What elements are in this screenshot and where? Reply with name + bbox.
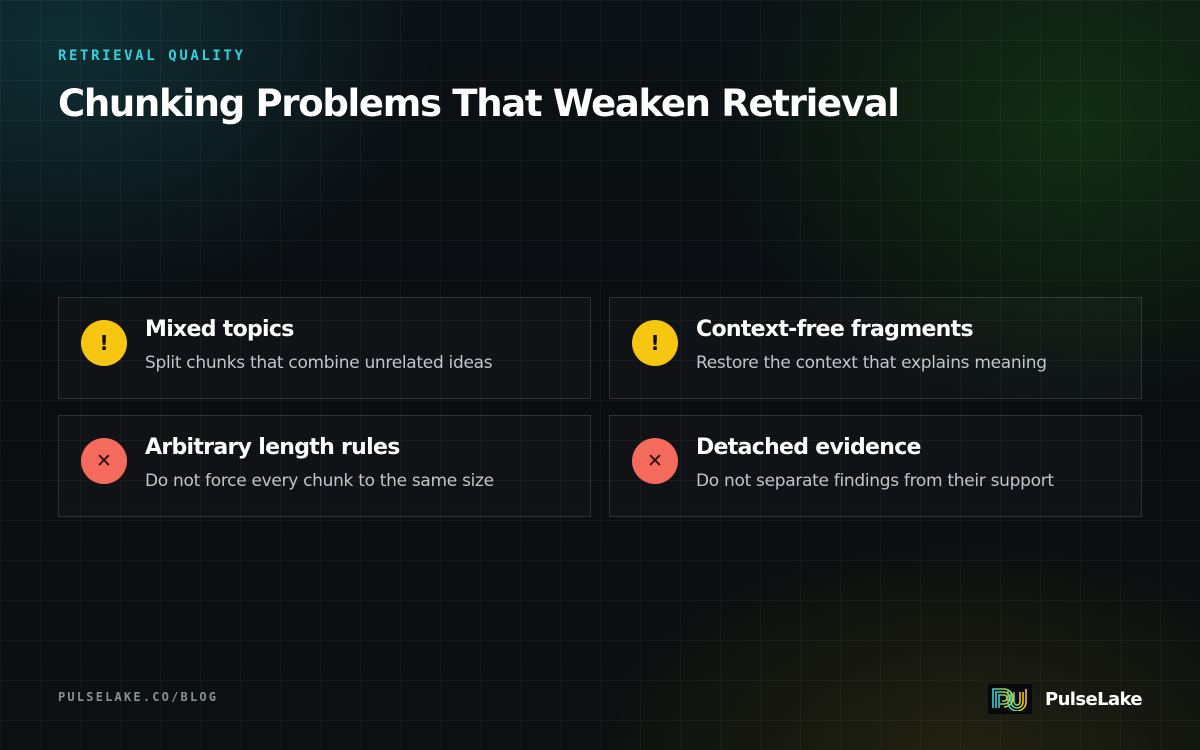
eyebrow-label: RETRIEVAL QUALITY [58, 48, 246, 64]
card-description: Do not separate findings from their supp… [696, 471, 1054, 491]
brand-lockup[interactable]: PulseLake [986, 683, 1143, 715]
problem-card-arbitrary-length-rules: ✕ Arbitrary length rules Do not force ev… [58, 415, 591, 517]
pulselake-logo-icon [986, 683, 1033, 715]
problem-card-mixed-topics: ! Mixed topics Split chunks that combine… [58, 297, 591, 399]
warning-exclamation-icon: ! [81, 320, 127, 366]
pulselake-logo-mark [992, 688, 1027, 711]
problem-card-detached-evidence: ✕ Detached evidence Do not separate find… [609, 415, 1142, 517]
problem-card-grid: ! Mixed topics Split chunks that combine… [58, 297, 1142, 517]
error-cross-icon: ✕ [81, 438, 127, 484]
problem-card-context-free-fragments: ! Context-free fragments Restore the con… [609, 297, 1142, 399]
card-description: Split chunks that combine unrelated idea… [145, 353, 493, 373]
card-title: Mixed topics [145, 317, 294, 342]
card-title: Detached evidence [696, 435, 921, 460]
card-title: Context-free fragments [696, 317, 974, 342]
warning-exclamation-icon: ! [632, 320, 678, 366]
footer-blog-url[interactable]: PULSELAKE.CO/BLOG [58, 690, 218, 704]
error-cross-icon: ✕ [632, 438, 678, 484]
card-title: Arbitrary length rules [145, 435, 400, 460]
card-description: Do not force every chunk to the same siz… [145, 471, 494, 491]
page-title: Chunking Problems That Weaken Retrieval [58, 82, 900, 125]
card-description: Restore the context that explains meanin… [696, 353, 1047, 373]
brand-name: PulseLake [1044, 688, 1143, 710]
